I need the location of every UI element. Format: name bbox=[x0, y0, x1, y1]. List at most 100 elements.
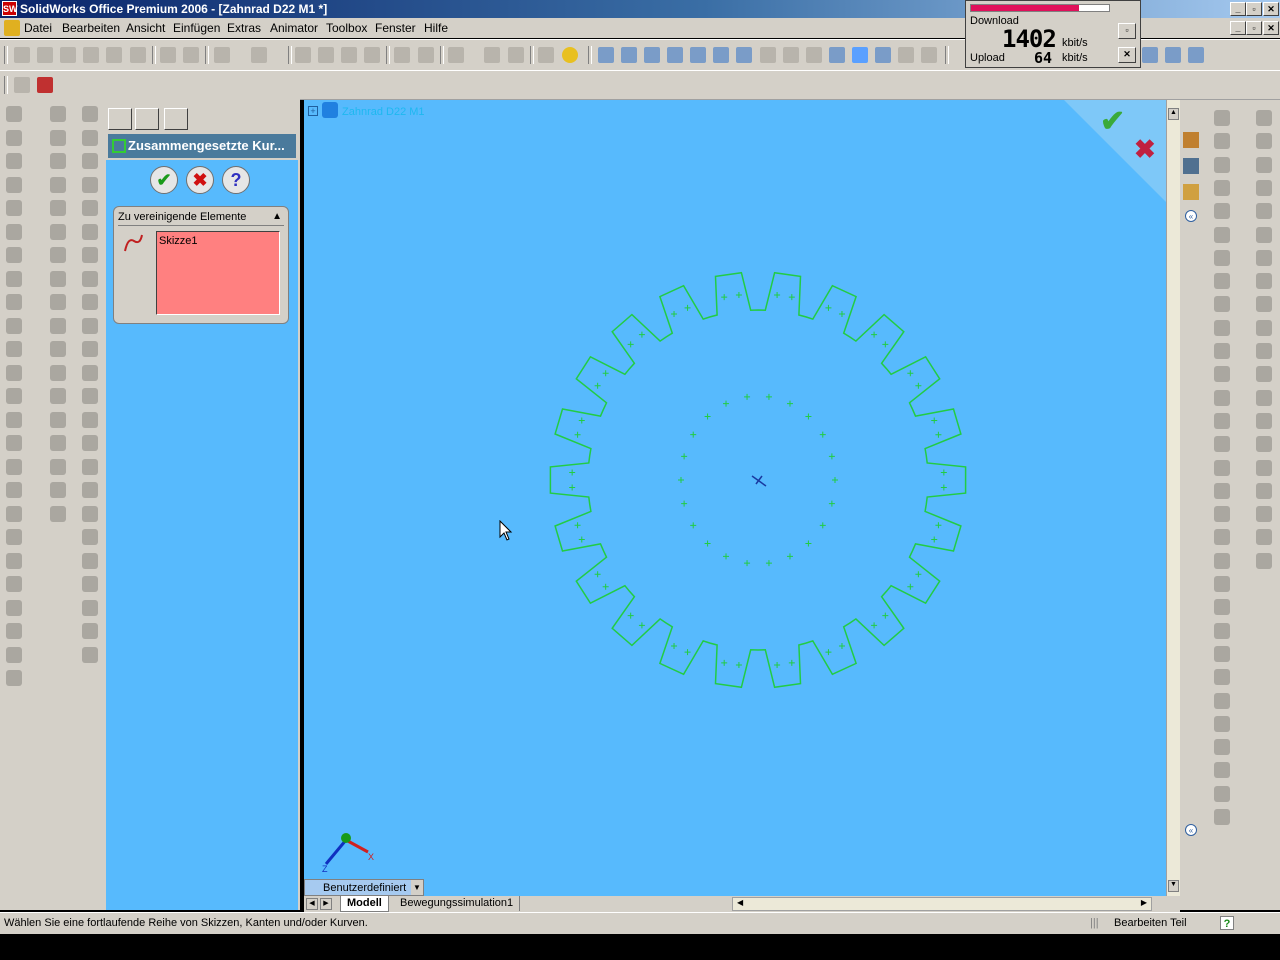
wireframe-icon[interactable] bbox=[760, 47, 776, 63]
menu-ansicht[interactable]: Ansicht bbox=[126, 21, 165, 35]
collapse-pane-icon[interactable]: « bbox=[1185, 210, 1197, 222]
toolbar-button-icon[interactable] bbox=[82, 576, 98, 592]
minimize-button[interactable]: _ bbox=[1230, 2, 1246, 16]
toolbar-button-icon[interactable] bbox=[1214, 506, 1230, 523]
photoworks-icon[interactable] bbox=[14, 77, 30, 93]
featuremanager-tab-icon[interactable] bbox=[108, 108, 132, 130]
toolbar-button-icon[interactable] bbox=[50, 129, 66, 146]
filter-icon[interactable] bbox=[318, 47, 334, 63]
toolbar-button-icon[interactable] bbox=[82, 529, 98, 545]
help-button[interactable]: ? bbox=[222, 166, 250, 194]
toolbar-button-icon[interactable] bbox=[1256, 482, 1272, 499]
toolbar-button-icon[interactable] bbox=[6, 552, 22, 569]
zoom-in-out-icon[interactable] bbox=[667, 47, 683, 63]
toolbar-button-icon[interactable] bbox=[1214, 319, 1230, 336]
align-icon[interactable] bbox=[448, 47, 464, 63]
toolbar-button-icon[interactable] bbox=[1214, 412, 1230, 429]
toolbar-button-icon[interactable] bbox=[1256, 179, 1272, 196]
confirm-cancel-icon[interactable]: ✖ bbox=[1134, 134, 1156, 165]
ok-button[interactable]: ✔ bbox=[150, 166, 178, 194]
netmon-restore-button[interactable]: ▫ bbox=[1118, 23, 1136, 39]
toolbar-button-icon[interactable] bbox=[1256, 552, 1272, 569]
new-document-icon[interactable] bbox=[14, 47, 30, 63]
toolbar-button-icon[interactable] bbox=[1256, 296, 1272, 313]
view-orientation-dropdown[interactable]: Benutzerdefiniert ▼ bbox=[304, 879, 424, 896]
shaded-edges-icon[interactable] bbox=[829, 47, 845, 63]
scroll-down-button[interactable]: ▼ bbox=[1168, 880, 1179, 892]
toolbar-button-icon[interactable] bbox=[1214, 110, 1230, 126]
chevron-down-icon[interactable]: ▼ bbox=[411, 880, 423, 895]
toolbar-button-icon[interactable] bbox=[82, 200, 98, 216]
save-icon[interactable] bbox=[83, 47, 99, 63]
toolbar-button-icon[interactable] bbox=[82, 153, 98, 169]
open-icon[interactable] bbox=[37, 47, 53, 63]
properties-icon[interactable] bbox=[538, 47, 554, 63]
toolbar-button-icon[interactable] bbox=[6, 341, 22, 357]
toolbar-button-icon[interactable] bbox=[1214, 599, 1230, 616]
list-icon[interactable] bbox=[484, 47, 500, 63]
scroll-up-button[interactable]: ▲ bbox=[1168, 108, 1179, 120]
undo-icon[interactable] bbox=[214, 47, 230, 63]
toolbar-button-icon[interactable] bbox=[6, 153, 22, 169]
toolbar-button-icon[interactable] bbox=[50, 223, 66, 240]
section-view-icon[interactable] bbox=[898, 47, 914, 63]
tree-root-label[interactable]: Zahnrad D22 M1 bbox=[342, 106, 425, 118]
view-orientation-icon[interactable] bbox=[1165, 47, 1181, 63]
toolbar-button-icon[interactable] bbox=[50, 270, 66, 287]
tab-scroll-right-button[interactable]: ▶ bbox=[320, 898, 332, 910]
close-button[interactable]: ✕ bbox=[1263, 2, 1279, 16]
toolbar-button-icon[interactable] bbox=[50, 294, 66, 310]
menu-toolbox[interactable]: Toolbox bbox=[326, 21, 367, 35]
tab-bewegungssimulation[interactable]: Bewegungssimulation1 bbox=[394, 896, 521, 911]
toolbar-button-icon[interactable] bbox=[6, 670, 22, 686]
toolbar-button-icon[interactable] bbox=[50, 364, 66, 381]
toolbar-button-icon[interactable] bbox=[1256, 319, 1272, 336]
standard-views-icon[interactable] bbox=[1142, 47, 1158, 63]
doc-close-button[interactable]: ✕ bbox=[1263, 21, 1279, 35]
toolbar-button-icon[interactable] bbox=[1214, 576, 1230, 592]
toolbar-button-icon[interactable] bbox=[82, 317, 98, 334]
toolbar-button-icon[interactable] bbox=[1214, 692, 1230, 709]
toolbar-button-icon[interactable] bbox=[6, 529, 22, 545]
toolbar-button-icon[interactable] bbox=[82, 552, 98, 569]
shaded-icon[interactable] bbox=[852, 47, 868, 63]
scroll-right-icon[interactable]: ▶ bbox=[1141, 898, 1147, 907]
link-icon[interactable] bbox=[1188, 47, 1204, 63]
toolbar-button-icon[interactable] bbox=[1214, 482, 1230, 499]
tree-expand-icon[interactable]: + bbox=[308, 106, 318, 116]
group-header[interactable]: Zu vereinigende Elemente ▲ bbox=[118, 211, 284, 226]
realview-icon[interactable] bbox=[921, 47, 937, 63]
toolbar-button-icon[interactable] bbox=[6, 247, 22, 263]
toolbar-button-icon[interactable] bbox=[1214, 179, 1230, 196]
menu-fenster[interactable]: Fenster bbox=[375, 21, 416, 35]
toolbar-button-icon[interactable] bbox=[1214, 366, 1230, 383]
toolbar-button-icon[interactable] bbox=[1214, 529, 1230, 546]
toolbar-button-icon[interactable] bbox=[1256, 412, 1272, 429]
toolbar-button-icon[interactable] bbox=[82, 341, 98, 357]
menu-extras[interactable]: Extras bbox=[227, 21, 261, 35]
toolbar-button-icon[interactable] bbox=[1214, 343, 1230, 359]
toolbar-button-icon[interactable] bbox=[1214, 645, 1230, 662]
toolbar-button-icon[interactable] bbox=[50, 247, 66, 263]
toolbar-button-icon[interactable] bbox=[6, 176, 22, 193]
select-icon[interactable] bbox=[295, 47, 311, 63]
copy-icon[interactable] bbox=[183, 47, 199, 63]
toolbar-button-icon[interactable] bbox=[6, 270, 22, 287]
toolbar-button-icon[interactable] bbox=[82, 270, 98, 287]
shadows-icon[interactable] bbox=[875, 47, 891, 63]
toolbar-button-icon[interactable] bbox=[82, 599, 98, 616]
toolbar-button-icon[interactable] bbox=[1256, 389, 1272, 406]
toolbar-button-icon[interactable] bbox=[82, 411, 98, 428]
menu-hilfe[interactable]: Hilfe bbox=[424, 21, 448, 35]
toolbar-button-icon[interactable] bbox=[82, 294, 98, 310]
toolbar-button-icon[interactable] bbox=[1256, 273, 1272, 290]
hidden-lines-visible-icon[interactable] bbox=[783, 47, 799, 63]
toolbar-button-icon[interactable] bbox=[82, 129, 98, 146]
toolbar-button-icon[interactable] bbox=[1256, 156, 1272, 173]
toolbar-button-icon[interactable] bbox=[6, 576, 22, 592]
library-icon[interactable] bbox=[1183, 158, 1199, 174]
doc-restore-button[interactable]: ▫ bbox=[1246, 21, 1262, 35]
selection-item[interactable]: Skizze1 bbox=[159, 235, 198, 247]
vertical-scrollbar[interactable]: ▲ ▼ bbox=[1166, 100, 1181, 896]
toolbar-button-icon[interactable] bbox=[1256, 226, 1272, 243]
